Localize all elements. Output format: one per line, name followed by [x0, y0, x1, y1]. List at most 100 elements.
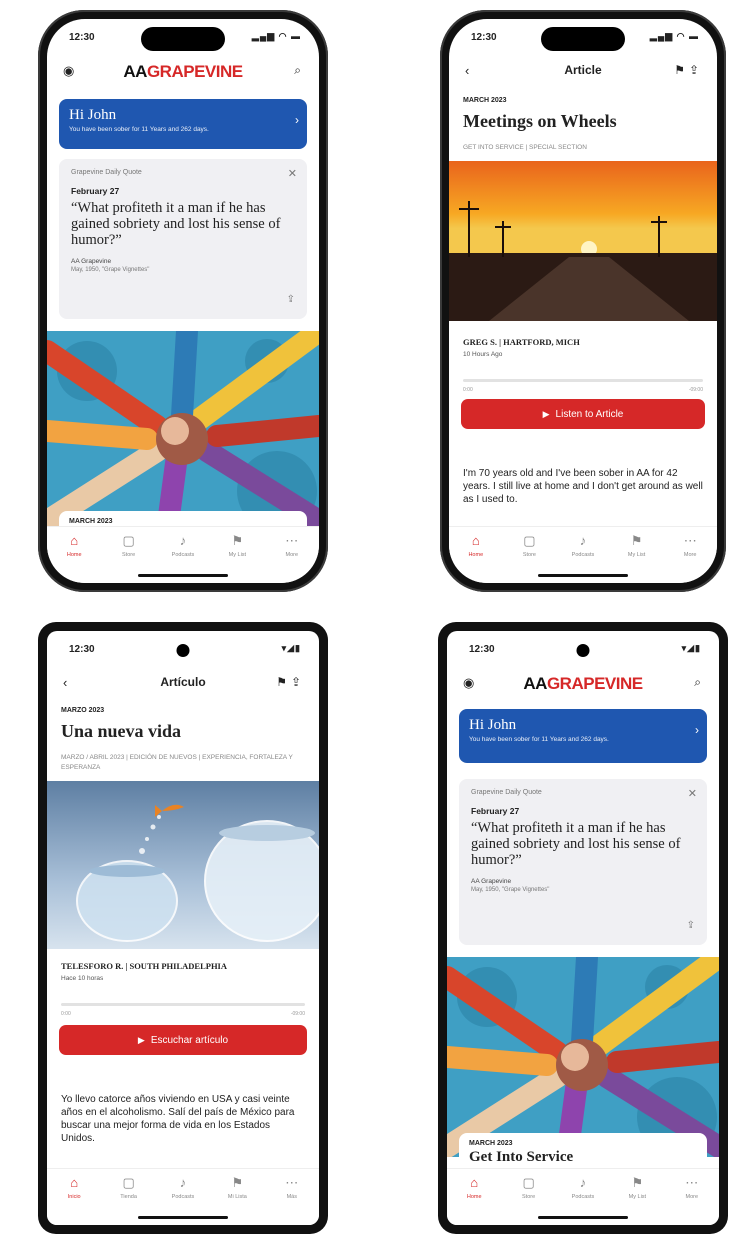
welcome-banner[interactable]: Hi John You have been sober for 11 Years…	[59, 99, 307, 149]
article-section: GET INTO SERVICE | SPECIAL SECTION	[463, 144, 587, 151]
android-article-device: 12:30 ▾◢▮ ‹ Artículo ⚑⇪ MARZO 2023 Una n…	[38, 622, 328, 1234]
audio-times: 0:00 -09:00	[463, 387, 703, 393]
bag-icon: ▢	[522, 1175, 535, 1190]
home-icon: ⌂	[471, 533, 480, 548]
hands-illustration	[47, 331, 319, 531]
bookmark-icon: ⚑	[231, 533, 244, 548]
close-icon[interactable]: ✕	[688, 787, 697, 800]
more-icon: ⋯	[685, 1175, 699, 1190]
signal-wifi-battery-icon: ▾◢▮	[681, 643, 701, 653]
tab-home[interactable]: ⌂ Home	[47, 533, 101, 558]
home-top-bar: ◉ AAGRAPEVINE ⌕	[47, 57, 319, 87]
card-date: MARCH 2023	[469, 1140, 513, 1147]
home-indicator	[538, 1216, 628, 1219]
tab-podcasts[interactable]: ♪ Podcasts	[556, 1175, 610, 1200]
welcome-banner[interactable]: Hi John You have been sober for 11 Years…	[459, 709, 707, 763]
bookmark-icon: ⚑	[630, 533, 643, 548]
article-body: I'm 70 years old and I've been sober in …	[463, 468, 703, 505]
microphone-icon: ♪	[179, 533, 187, 548]
listen-to-article-button[interactable]: ▶ Listen to Article	[461, 399, 705, 429]
home-icon: ⌂	[70, 533, 79, 548]
tab-tienda[interactable]: ▢ Tienda	[101, 1175, 155, 1200]
status-time: 12:30	[69, 32, 95, 43]
tab-more[interactable]: ⋯ More	[265, 533, 319, 558]
chevron-right-icon: ›	[295, 113, 299, 127]
microphone-icon: ♪	[579, 533, 587, 548]
play-icon: ▶	[542, 409, 550, 419]
tab-my-list[interactable]: ⚑ My List	[610, 533, 664, 558]
quote-header: Grapevine Daily Quote	[471, 789, 542, 796]
search-icon[interactable]: ⌕	[294, 63, 305, 78]
home-indicator	[138, 1216, 228, 1219]
tab-my-list[interactable]: ⚑ My List	[210, 533, 264, 558]
home-icon: ⌂	[470, 1175, 479, 1190]
status-time: 12:30	[469, 644, 495, 655]
bookmark-share-icons[interactable]: ⚑⇪	[276, 675, 305, 689]
microphone-icon: ♪	[579, 1175, 587, 1190]
article-time-ago: 10 Hours Ago	[463, 351, 503, 358]
article-section: MARZO / ABRIL 2023 | EDICIÓN DE NUEVOS |…	[61, 754, 293, 771]
tab-bar: ⌂ Home ▢ Store ♪ Podcasts ⚑ My List ⋯ More	[449, 526, 717, 583]
article-date: MARZO 2023	[61, 707, 105, 714]
daily-quote-card: Grapevine Daily Quote ✕ February 27 “Wha…	[59, 159, 307, 319]
status-time: 12:30	[471, 32, 497, 43]
article-title: Una nueva vida	[61, 721, 182, 741]
quote-date: February 27	[471, 806, 520, 816]
article-time-ago: Hace 10 horas	[61, 975, 104, 982]
quote-source: May, 1950, "Grape Vignettes"	[471, 887, 550, 893]
status-bar: 12:30 ▂▄▆ ◠ ▬	[449, 19, 717, 57]
fishbowl-image	[47, 781, 319, 949]
audio-progress-bar[interactable]	[61, 1003, 305, 1006]
home-top-bar: ◉ AAGRAPEVINE ⌕	[447, 669, 719, 699]
bag-icon: ▢	[122, 1175, 135, 1190]
tab-my-list[interactable]: ⚑ My List	[610, 1175, 664, 1200]
more-icon: ⋯	[683, 533, 697, 548]
sunset-road-image	[449, 161, 717, 321]
tab-home[interactable]: ⌂ Home	[447, 1175, 501, 1200]
share-icon[interactable]: ⇪	[687, 920, 695, 931]
articulo-top-bar: ‹ Artículo ⚑⇪	[47, 669, 319, 699]
tab-podcasts[interactable]: ♪ Podcasts	[156, 1175, 210, 1200]
tab-inicio[interactable]: ⌂ Inicio	[47, 1175, 101, 1200]
audio-times: 0:00 -09:00	[61, 1011, 305, 1017]
welcome-greeting: Hi John	[469, 717, 517, 733]
play-icon: ▶	[137, 1035, 145, 1045]
hands-illustration	[447, 957, 719, 1157]
tab-mas[interactable]: ⋯ Más	[265, 1175, 319, 1200]
tab-home[interactable]: ⌂ Home	[449, 533, 503, 558]
signal-wifi-battery-icon: ▂▄▆ ◠ ▬	[649, 31, 699, 41]
card-date: MARCH 2023	[69, 518, 113, 525]
status-time: 12:30	[69, 644, 95, 655]
more-icon: ⋯	[285, 533, 299, 548]
quote-author: AA Grapevine	[471, 878, 512, 885]
tab-podcasts[interactable]: ♪ Podcasts	[556, 533, 610, 558]
bag-icon: ▢	[122, 533, 135, 548]
sobriety-message: You have been sober for 11 Years and 262…	[69, 126, 209, 133]
tab-bar: ⌂ Home ▢ Store ♪ Podcasts ⚑ My List ⋯ More	[47, 526, 319, 583]
microphone-icon: ♪	[179, 1175, 187, 1190]
quote-author: AA Grapevine	[71, 258, 112, 265]
tab-store[interactable]: ▢ Store	[101, 533, 155, 558]
grapevine-logo: AAGRAPEVINE	[123, 62, 243, 81]
quote-header: Grapevine Daily Quote	[71, 169, 142, 176]
tab-store[interactable]: ▢ Store	[501, 1175, 555, 1200]
bookmark-icon: ⚑	[631, 1175, 644, 1190]
tab-store[interactable]: ▢ Store	[503, 533, 557, 558]
android-home-device: 12:30 ▾◢▮ ◉ AAGRAPEVINE ⌕ Hi John You ha…	[438, 622, 728, 1234]
tab-mi-lista[interactable]: ⚑ Mi Lista	[210, 1175, 264, 1200]
close-icon[interactable]: ✕	[288, 167, 297, 180]
tab-more[interactable]: ⋯ More	[665, 1175, 719, 1200]
audio-progress-bar[interactable]	[463, 379, 703, 382]
article-title: Meetings on Wheels	[463, 111, 617, 131]
bookmark-share-icons[interactable]: ⚑⇪	[674, 63, 703, 77]
share-icon[interactable]: ⇪	[287, 294, 295, 305]
article-top-bar: ‹ Article ⚑⇪	[449, 57, 717, 87]
tab-podcasts[interactable]: ♪ Podcasts	[156, 533, 210, 558]
article-date: MARCH 2023	[463, 97, 507, 104]
quote-date: February 27	[71, 186, 120, 196]
iphone-article-device: 12:30 ▂▄▆ ◠ ▬ ‹ Article ⚑⇪ MARCH 2023 Me…	[440, 10, 726, 592]
tab-more[interactable]: ⋯ More	[663, 533, 717, 558]
article-byline: GREG S. | HARTFORD, MICH	[463, 337, 580, 347]
search-icon[interactable]: ⌕	[694, 675, 705, 690]
escuchar-articulo-button[interactable]: ▶ Escuchar artículo	[59, 1025, 307, 1055]
